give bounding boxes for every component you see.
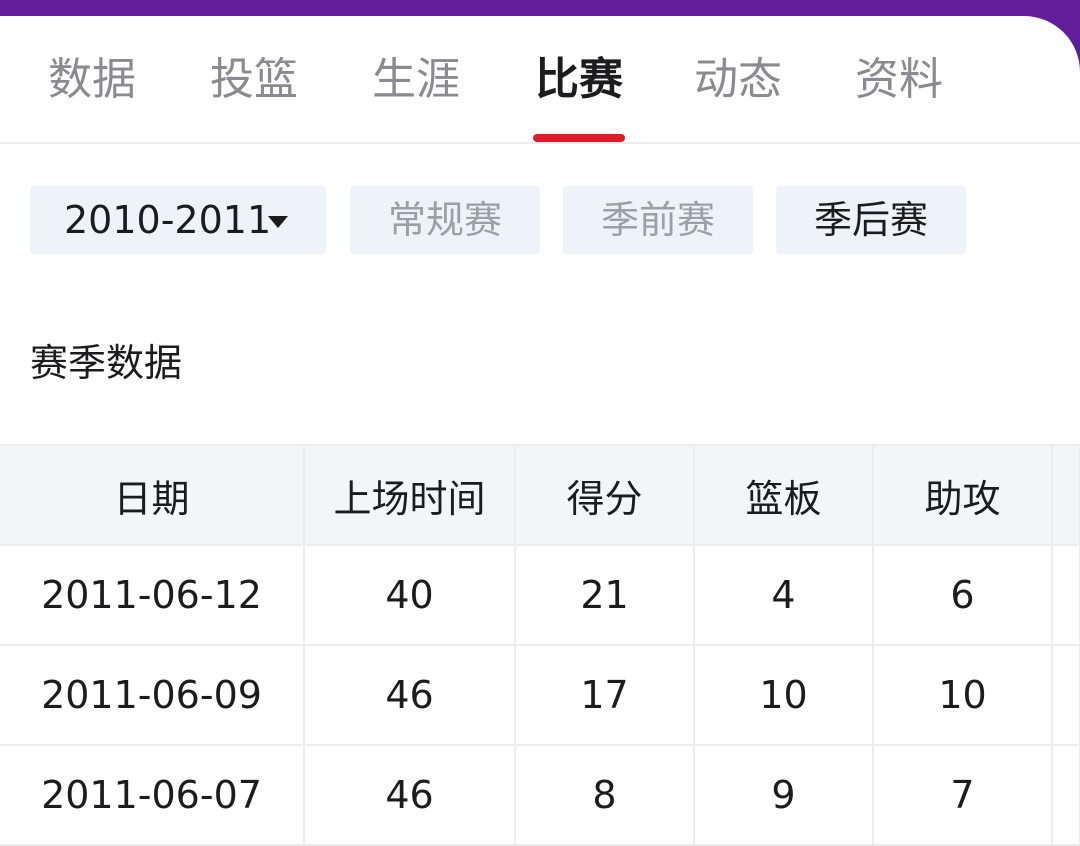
cell-overflow xyxy=(1051,644,1080,746)
game-stats-table: 日期 上场时间 得分 篮板 助攻 2011-06-12 40 21 4 6 20… xyxy=(0,444,1080,846)
tab-data[interactable]: 数据 xyxy=(46,46,138,114)
cell-points: 21 xyxy=(514,544,695,646)
content-card: 数据 投篮 生涯 比赛 动态 资料 2010-2011 常规赛 季前赛 季后赛 … xyxy=(0,16,1080,846)
cell-overflow xyxy=(1051,544,1080,646)
season-dropdown-label: 2010-2011 xyxy=(64,198,272,242)
tab-profile[interactable]: 资料 xyxy=(853,46,945,114)
header-minutes: 上场时间 xyxy=(303,444,516,546)
cell-rebounds: 4 xyxy=(693,544,874,646)
cell-points: 8 xyxy=(514,744,695,846)
filter-preseason[interactable]: 季前赛 xyxy=(563,186,753,254)
cell-assists: 10 xyxy=(872,644,1053,746)
tab-bar: 数据 投篮 生涯 比赛 动态 资料 xyxy=(0,16,1080,144)
header-date: 日期 xyxy=(0,444,305,546)
cell-date: 2011-06-09 xyxy=(0,644,305,746)
cell-minutes: 40 xyxy=(303,544,516,646)
cell-date: 2011-06-12 xyxy=(0,544,305,646)
cell-points: 17 xyxy=(514,644,695,746)
tab-games[interactable]: 比赛 xyxy=(532,46,626,114)
cell-assists: 7 xyxy=(872,744,1053,846)
header-points: 得分 xyxy=(514,444,695,546)
caret-down-icon xyxy=(268,216,288,228)
cell-minutes: 46 xyxy=(303,644,516,746)
cell-date: 2011-06-07 xyxy=(0,744,305,846)
active-tab-indicator xyxy=(533,134,625,142)
tab-career[interactable]: 生涯 xyxy=(370,46,462,114)
table-row[interactable]: 2011-06-07 46 8 9 7 xyxy=(0,744,1080,846)
season-dropdown[interactable]: 2010-2011 xyxy=(30,186,326,254)
cell-rebounds: 9 xyxy=(693,744,874,846)
table-header-row: 日期 上场时间 得分 篮板 助攻 xyxy=(0,444,1080,546)
tab-news[interactable]: 动态 xyxy=(692,46,784,114)
section-title: 赛季数据 xyxy=(30,341,183,385)
cell-minutes: 46 xyxy=(303,744,516,846)
table-row[interactable]: 2011-06-09 46 17 10 10 xyxy=(0,644,1080,746)
cell-assists: 6 xyxy=(872,544,1053,646)
header-assists: 助攻 xyxy=(872,444,1053,546)
cell-overflow xyxy=(1051,744,1080,846)
table-row[interactable]: 2011-06-12 40 21 4 6 xyxy=(0,544,1080,646)
filter-regular-season[interactable]: 常规赛 xyxy=(350,186,540,254)
header-rebounds: 篮板 xyxy=(693,444,874,546)
header-overflow xyxy=(1051,444,1080,546)
filter-playoffs[interactable]: 季后赛 xyxy=(776,186,966,254)
cell-rebounds: 10 xyxy=(693,644,874,746)
tab-shooting[interactable]: 投篮 xyxy=(208,46,300,114)
